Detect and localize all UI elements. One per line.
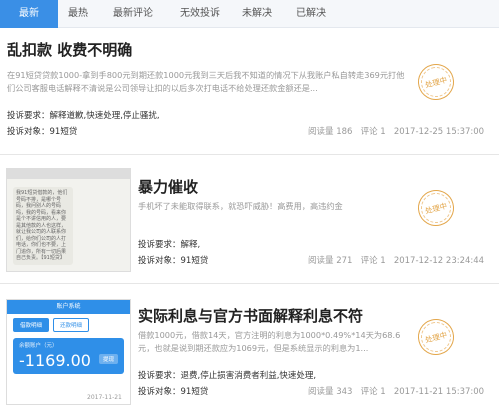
demand-label: 投诉要求：: [138, 371, 181, 381]
screenshot-thumbnail[interactable]: 账户系统 借款明细 还款明细 余额账户（元） -1169.00 提现 2017-…: [6, 299, 131, 405]
tab-unresolved[interactable]: 未解决: [232, 0, 282, 28]
app-tabs: 借款明细 还款明细: [7, 314, 130, 336]
complaint-demand: 投诉要求：退费,停止损害消费者利益,快速处理,: [138, 369, 316, 381]
app-header: 账户系统: [7, 300, 130, 314]
post-time: 2017-11-21 15:37:00: [393, 387, 485, 397]
demand-value: 退费,停止损害消费者利益,快速处理,: [180, 371, 317, 381]
complaint-target: 投诉对象：91短贷: [138, 254, 208, 266]
comments-label: 评论: [360, 127, 378, 137]
target-value[interactable]: 91短贷: [181, 256, 209, 266]
complaint-demand: 投诉要求：解释,: [138, 238, 200, 250]
filter-tabs: 最新 最热 最新评论 无效投诉 未解决 已解决: [0, 0, 499, 28]
app-tab-loan: 借款明细: [13, 318, 50, 332]
thumbnail-date: 2017-11-21: [87, 394, 122, 401]
demand-value: 解释,: [180, 240, 201, 250]
sms-message: 我91短贷借款的，他们号码不排，是哪个号码，我问别人的号码吗，我的号码，看来你是…: [13, 187, 73, 265]
reads-count: 186: [336, 127, 353, 137]
reads-label: 阅读量: [308, 127, 334, 137]
balance-card: 余额账户（元） -1169.00 提现: [13, 338, 124, 374]
comments-count: 1: [380, 387, 386, 397]
post-stats: 阅读量 343 评论 1 2017-11-21 15:37:00: [308, 385, 484, 397]
post-stats: 阅读量 186 评论 1 2017-12-25 15:37:00: [308, 125, 484, 137]
complaint-description: 在91短贷贷款1000-拿到手800元到期还款1000元我到三天后我不知道的情况…: [7, 70, 405, 93]
target-label: 投诉对象：: [138, 387, 181, 397]
complaint-title[interactable]: 乱扣款 收费不明确: [7, 39, 132, 60]
target-label: 投诉对象：: [7, 127, 50, 137]
comments-label: 评论: [360, 256, 378, 266]
target-value[interactable]: 91短贷: [181, 387, 209, 397]
balance-label: 余额账户（元）: [19, 343, 58, 349]
demand-label: 投诉要求：: [7, 111, 50, 121]
comments-count: 1: [380, 127, 386, 137]
post-time: 2017-12-12 23:24:44: [393, 256, 485, 266]
status-stamp: 处理中: [413, 185, 459, 231]
tab-latest-comments[interactable]: 最新评论: [98, 0, 168, 28]
tab-resolved[interactable]: 已解决: [282, 0, 340, 28]
screenshot-thumbnail[interactable]: 我91短贷借款的，他们号码不排，是哪个号码，我问别人的号码吗，我的号码，看来你是…: [6, 168, 131, 272]
complaint-card[interactable]: 乱扣款 收费不明确 在91短贷贷款1000-拿到手800元到期还款1000元我到…: [0, 29, 499, 155]
demand-label: 投诉要求：: [138, 240, 181, 250]
reads-label: 阅读量: [308, 256, 334, 266]
complaint-description: 借款1000元，借款14天，官方注明的利息为1000*0.49%*14天为68.…: [138, 330, 401, 353]
complaint-card[interactable]: 账户系统 借款明细 还款明细 余额账户（元） -1169.00 提现 2017-…: [0, 285, 499, 409]
tab-hottest[interactable]: 最热: [58, 0, 98, 28]
complaint-card[interactable]: 我91短贷借款的，他们号码不排，是哪个号码，我问别人的号码吗，我的号码，看来你是…: [0, 156, 499, 284]
tab-latest[interactable]: 最新: [0, 0, 58, 28]
complaint-target: 投诉对象：91短贷: [7, 125, 77, 137]
post-time: 2017-12-25 15:37:00: [393, 127, 485, 137]
complaint-demand: 投诉要求：解释道歉,快速处理,停止骚扰,: [7, 109, 160, 121]
reads-count: 271: [336, 256, 353, 266]
reads-count: 343: [336, 387, 353, 397]
complaint-title[interactable]: 实际利息与官方书面解释利息不符: [138, 305, 363, 326]
withdraw-button: 提现: [98, 354, 118, 364]
phone-status-bar: [7, 169, 130, 179]
comments-count: 1: [380, 256, 386, 266]
reads-label: 阅读量: [308, 387, 334, 397]
target-value[interactable]: 91短贷: [50, 127, 78, 137]
app-tab-repay: 还款明细: [53, 318, 90, 332]
post-stats: 阅读量 271 评论 1 2017-12-12 23:24:44: [308, 254, 484, 266]
status-stamp: 处理中: [413, 59, 459, 105]
target-label: 投诉对象：: [138, 256, 181, 266]
complaint-description: 手机坏了未能取得联系，就恐吓威胁！高费用，高违约金: [138, 201, 343, 211]
demand-value: 解释道歉,快速处理,停止骚扰,: [49, 111, 160, 121]
tab-invalid-complaints[interactable]: 无效投诉: [168, 0, 232, 28]
complaint-title[interactable]: 暴力催收: [138, 176, 198, 197]
status-stamp: 处理中: [413, 314, 459, 360]
complaint-target: 投诉对象：91短贷: [138, 385, 208, 397]
comments-label: 评论: [360, 387, 378, 397]
balance-value: -1169.00: [19, 351, 91, 370]
